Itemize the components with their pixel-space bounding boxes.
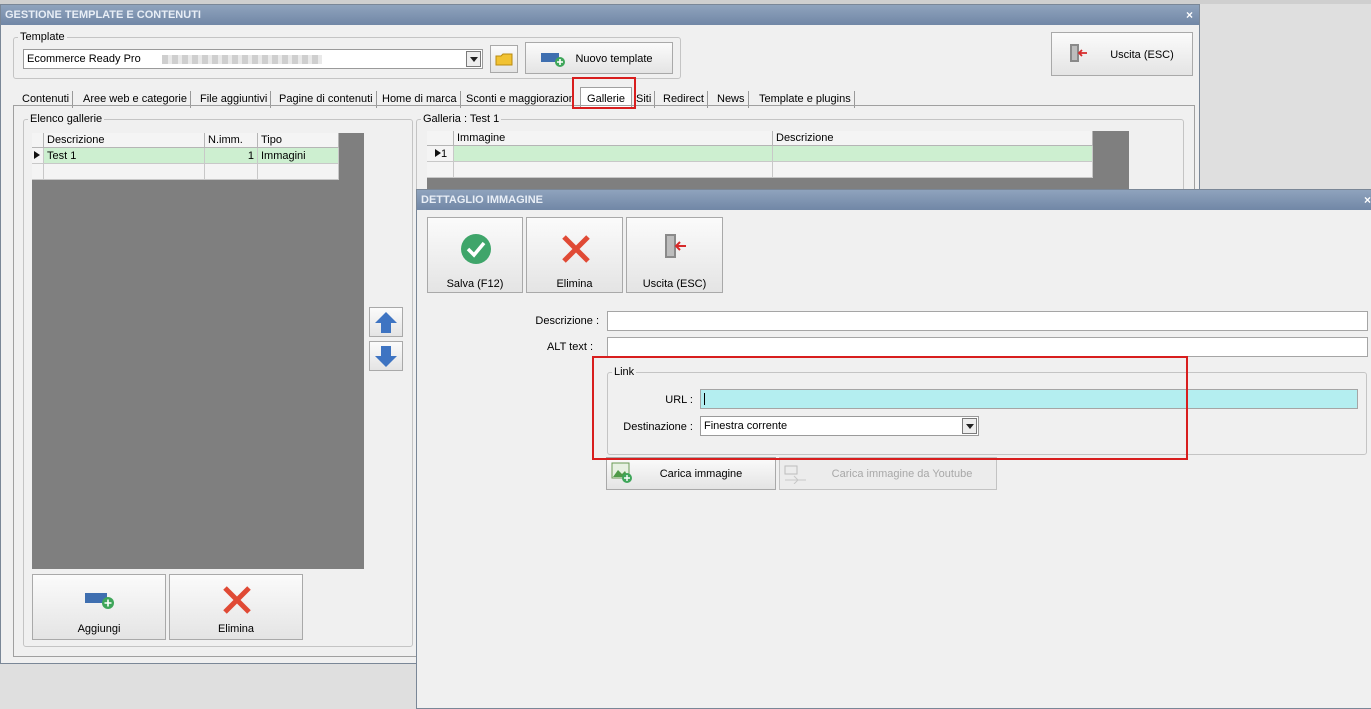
- column-header[interactable]: Descrizione: [44, 133, 205, 148]
- exit-door-icon: [665, 234, 686, 258]
- gallery-list-label: Elenco gallerie: [30, 113, 103, 125]
- template-group-label: Template: [20, 31, 65, 43]
- arrow-down-icon: [375, 346, 397, 367]
- exit-button[interactable]: Uscita (ESC): [626, 217, 723, 293]
- dialog-title: DETTAGLIO IMMAGINE: [421, 194, 544, 206]
- column-header[interactable]: Immagine: [454, 131, 773, 146]
- destinazione-value: Finestra corrente: [704, 420, 788, 432]
- chevron-down-icon[interactable]: [466, 51, 481, 67]
- youtube-image-icon: [784, 465, 806, 484]
- add-gallery-label: Aggiungi: [77, 623, 121, 635]
- row-selector[interactable]: 1: [427, 146, 454, 162]
- save-button[interactable]: Salva (F12): [427, 217, 523, 293]
- column-header[interactable]: N.imm.: [205, 133, 258, 148]
- image-detail-dialog: DETTAGLIO IMMAGINE × Salva (F12) Elimina…: [416, 189, 1371, 709]
- blurred-text: [162, 55, 322, 64]
- load-youtube-label: Carica immagine da Youtube: [831, 468, 973, 480]
- row-pointer-icon: [34, 151, 40, 159]
- link-group-label: Link: [614, 366, 635, 378]
- grid-corner: [427, 131, 454, 146]
- row-selector[interactable]: [427, 162, 454, 178]
- save-label: Salva (F12): [446, 278, 504, 290]
- template-select[interactable]: Ecommerce Ready Pro: [23, 49, 483, 69]
- row-number: 1: [441, 148, 448, 160]
- chevron-down-icon[interactable]: [962, 418, 977, 434]
- alt-text-field[interactable]: [607, 337, 1368, 357]
- column-header[interactable]: Descrizione: [773, 131, 1093, 146]
- delete-x-icon: [223, 586, 251, 614]
- table-cell[interactable]: Test 1: [44, 148, 205, 164]
- move-down-button[interactable]: [369, 341, 403, 371]
- load-image-button[interactable]: Carica immagine: [606, 457, 776, 490]
- image-grid[interactable]: Immagine Descrizione 1: [427, 131, 1129, 193]
- table-cell[interactable]: [44, 164, 205, 180]
- new-template-label: Nuovo template: [575, 53, 653, 65]
- table-cell[interactable]: [773, 162, 1093, 178]
- exit-door-icon: [1070, 44, 1087, 62]
- table-cell[interactable]: [454, 162, 773, 178]
- close-icon[interactable]: ×: [1186, 5, 1193, 25]
- descrizione-field[interactable]: [607, 311, 1368, 331]
- table-cell[interactable]: [454, 146, 773, 162]
- main-window-title: GESTIONE TEMPLATE E CONTENUTI: [5, 9, 201, 21]
- row-selector[interactable]: [32, 148, 44, 164]
- url-field[interactable]: [700, 389, 1358, 409]
- destinazione-select[interactable]: Finestra corrente: [700, 416, 979, 436]
- arrow-up-icon: [375, 312, 397, 333]
- delete-x-icon: [562, 235, 590, 263]
- delete-label: Elimina: [556, 278, 593, 290]
- checkmark-icon: [461, 234, 491, 264]
- load-image-label: Carica immagine: [659, 468, 743, 480]
- destinazione-label: Destinazione :: [623, 421, 693, 433]
- alt-text-label: ALT text :: [546, 341, 593, 353]
- move-up-button[interactable]: [369, 307, 403, 337]
- delete-gallery-label: Elimina: [217, 623, 255, 635]
- gallery-grid[interactable]: Descrizione N.imm. Tipo Test 1 1 Immagin…: [32, 133, 364, 569]
- exit-label: Uscita (ESC): [642, 278, 707, 290]
- column-header[interactable]: Tipo: [258, 133, 339, 148]
- table-cell[interactable]: 1: [205, 148, 258, 164]
- descrizione-label: Descrizione :: [535, 315, 599, 327]
- table-cell[interactable]: [258, 164, 339, 180]
- add-icon: [85, 593, 114, 609]
- main-title-bar: GESTIONE TEMPLATE E CONTENUTI ×: [1, 5, 1199, 25]
- dialog-title-bar: DETTAGLIO IMMAGINE ×: [417, 190, 1371, 210]
- table-cell[interactable]: [773, 146, 1093, 162]
- delete-button[interactable]: Elimina: [526, 217, 623, 293]
- exit-label: Uscita (ESC): [1110, 49, 1174, 61]
- exit-button[interactable]: Uscita (ESC): [1051, 32, 1193, 76]
- grid-corner: [32, 133, 44, 148]
- template-select-value: Ecommerce Ready Pro: [27, 53, 141, 65]
- link-group: Link: [607, 366, 1367, 455]
- gallery-detail-label: Galleria : Test 1: [423, 113, 500, 125]
- load-youtube-button[interactable]: Carica immagine da Youtube: [779, 457, 997, 490]
- table-cell[interactable]: Immagini: [258, 148, 339, 164]
- add-gallery-button[interactable]: Aggiungi: [32, 574, 166, 640]
- new-template-button[interactable]: Nuovo template: [525, 42, 673, 74]
- text-cursor: [704, 393, 705, 405]
- url-label: URL :: [665, 394, 693, 406]
- close-icon[interactable]: ×: [1364, 190, 1371, 210]
- table-cell[interactable]: [205, 164, 258, 180]
- delete-gallery-button[interactable]: Elimina: [169, 574, 303, 640]
- folder-icon: [495, 53, 513, 66]
- open-folder-button[interactable]: [490, 45, 518, 73]
- row-selector[interactable]: [32, 164, 44, 180]
